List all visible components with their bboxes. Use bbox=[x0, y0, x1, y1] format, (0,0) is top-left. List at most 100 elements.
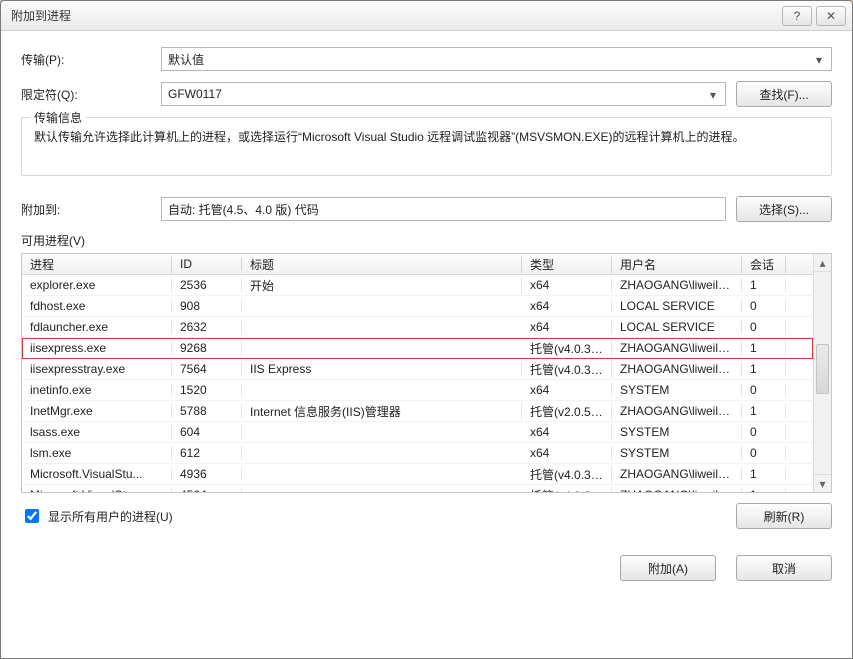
cancel-button[interactable]: 取消 bbox=[736, 555, 832, 581]
cell: 0 bbox=[742, 299, 786, 313]
cell: 1 bbox=[742, 404, 786, 418]
show-all-users-label: 显示所有用户的进程(U) bbox=[48, 508, 173, 525]
table-row[interactable]: iisexpress.exe9268托管(v4.0.30...ZHAOGANG\… bbox=[22, 338, 813, 359]
show-all-users-input[interactable] bbox=[25, 509, 39, 523]
dialog-footer: 附加(A) 取消 bbox=[1, 541, 852, 589]
process-table: 进程 ID 标题 类型 用户名 会话 explorer.exe2536开始x64… bbox=[21, 253, 832, 493]
col-title[interactable]: 标题 bbox=[242, 256, 522, 273]
cell: ZHAOGANG\liweilo... bbox=[612, 362, 742, 376]
cell: 2536 bbox=[172, 278, 242, 292]
cell: 2632 bbox=[172, 320, 242, 334]
col-type[interactable]: 类型 bbox=[522, 256, 612, 273]
transport-info-group: 传输信息 默认传输允许选择此计算机上的进程，或选择运行“Microsoft Vi… bbox=[21, 117, 832, 176]
cell: 1 bbox=[742, 488, 786, 492]
col-id[interactable]: ID bbox=[172, 257, 242, 271]
table-row[interactable]: iisexpresstray.exe7564IIS Express托管(v4.0… bbox=[22, 359, 813, 380]
cell: x64 bbox=[522, 425, 612, 439]
cell: ZHAOGANG\liweilo... bbox=[612, 488, 742, 492]
cell: x64 bbox=[522, 320, 612, 334]
cell: 1520 bbox=[172, 383, 242, 397]
qualifier-row: 限定符(Q): GFW0117 ▾ 查找(F)... bbox=[21, 81, 832, 107]
table-row[interactable]: fdlauncher.exe2632x64LOCAL SERVICE0 bbox=[22, 317, 813, 338]
chevron-down-icon: ▾ bbox=[705, 87, 721, 103]
cell: 0 bbox=[742, 425, 786, 439]
cell: LOCAL SERVICE bbox=[612, 320, 742, 334]
table-row[interactable]: lsass.exe604x64SYSTEM0 bbox=[22, 422, 813, 443]
qualifier-label: 限定符(Q): bbox=[21, 86, 161, 103]
show-all-users-checkbox[interactable]: 显示所有用户的进程(U) bbox=[21, 506, 173, 526]
cell: 0 bbox=[742, 320, 786, 334]
cell: 0 bbox=[742, 383, 786, 397]
cell: 604 bbox=[172, 425, 242, 439]
cell: iisexpress.exe bbox=[22, 341, 172, 355]
attach-to-value: 自动: 托管(4.5、4.0 版) 代码 bbox=[168, 201, 319, 218]
cell: 612 bbox=[172, 446, 242, 460]
cell: 4564 bbox=[172, 488, 242, 492]
cell: x64 bbox=[522, 383, 612, 397]
table-row[interactable]: lsm.exe612 x64SYSTEM0 bbox=[22, 443, 813, 464]
col-session[interactable]: 会话 bbox=[742, 256, 786, 273]
table-header[interactable]: 进程 ID 标题 类型 用户名 会话 bbox=[22, 254, 813, 275]
table-row[interactable]: inetinfo.exe1520 x64SYSTEM0 bbox=[22, 380, 813, 401]
cell: iisexpresstray.exe bbox=[22, 362, 172, 376]
qualifier-combo[interactable]: GFW0117 ▾ bbox=[161, 82, 726, 106]
scroll-up-icon[interactable]: ▴ bbox=[814, 254, 831, 272]
cell: x64 bbox=[522, 278, 612, 292]
cell: 托管(v4.0.30... bbox=[522, 361, 612, 378]
attach-button[interactable]: 附加(A) bbox=[620, 555, 716, 581]
refresh-button[interactable]: 刷新(R) bbox=[736, 503, 832, 529]
cell: 托管(v4.0.30... bbox=[522, 487, 612, 493]
cell: lsm.exe bbox=[22, 446, 172, 460]
transport-info-legend: 传输信息 bbox=[30, 109, 86, 126]
close-icon[interactable]: ✕ bbox=[816, 6, 846, 26]
cell: SYSTEM bbox=[612, 446, 742, 460]
cell: explorer.exe bbox=[22, 278, 172, 292]
cell: 1 bbox=[742, 467, 786, 481]
cell: 1 bbox=[742, 341, 786, 355]
cell: 托管(v2.0.50... bbox=[522, 403, 612, 420]
scrollbar[interactable]: ▴ ▾ bbox=[813, 254, 831, 492]
cell: ZHAOGANG\liweilo... bbox=[612, 404, 742, 418]
cell: SYSTEM bbox=[612, 425, 742, 439]
table-row[interactable]: Microsoft.VisualStu...4936 托管(v4.0.30...Z… bbox=[22, 464, 813, 485]
select-button[interactable]: 选择(S)... bbox=[736, 196, 832, 222]
cell: Microsoft.VisualStu... bbox=[22, 467, 172, 481]
cell: 开始 bbox=[242, 277, 522, 294]
cell: fdhost.exe bbox=[22, 299, 172, 313]
attach-to-label: 附加到: bbox=[21, 201, 161, 218]
cell: x64 bbox=[522, 446, 612, 460]
transport-combo[interactable]: 默认值 ▾ bbox=[161, 47, 832, 71]
table-row[interactable]: fdhost.exe908x64LOCAL SERVICE0 bbox=[22, 296, 813, 317]
qualifier-value: GFW0117 bbox=[168, 87, 222, 101]
chevron-down-icon: ▾ bbox=[811, 52, 827, 68]
cell: ZHAOGANG\liweilo... bbox=[612, 278, 742, 292]
cell: 0 bbox=[742, 446, 786, 460]
cell: ZHAOGANG\liweilo... bbox=[612, 467, 742, 481]
cell: SYSTEM bbox=[612, 383, 742, 397]
cell: 1 bbox=[742, 278, 786, 292]
col-user[interactable]: 用户名 bbox=[612, 256, 742, 273]
cell: IIS Express bbox=[242, 362, 522, 376]
table-row[interactable]: Microsoft.VisualStu...4564 托管(v4.0.30...Z… bbox=[22, 485, 813, 492]
table-row[interactable]: InetMgr.exe5788Internet 信息服务(IIS)管理器托管(v… bbox=[22, 401, 813, 422]
dialog-body: 传输(P): 默认值 ▾ 限定符(Q): GFW0117 ▾ 查找(F)... … bbox=[1, 31, 852, 541]
cell: Internet 信息服务(IIS)管理器 bbox=[242, 403, 522, 420]
transport-label: 传输(P): bbox=[21, 51, 161, 68]
scroll-down-icon[interactable]: ▾ bbox=[814, 474, 831, 492]
col-process[interactable]: 进程 bbox=[22, 256, 172, 273]
scroll-thumb[interactable] bbox=[816, 344, 829, 394]
transport-info-text: 默认传输允许选择此计算机上的进程，或选择运行“Microsoft Visual … bbox=[34, 128, 819, 147]
cell: x64 bbox=[522, 299, 612, 313]
find-button[interactable]: 查找(F)... bbox=[736, 81, 832, 107]
table-row[interactable]: explorer.exe2536开始x64ZHAOGANG\liweilo...… bbox=[22, 275, 813, 296]
cell: 托管(v4.0.30... bbox=[522, 466, 612, 483]
cell: Microsoft.VisualStu... bbox=[22, 488, 172, 492]
titlebar[interactable]: 附加到进程 ? ✕ bbox=[1, 1, 852, 31]
attach-to-process-dialog: 附加到进程 ? ✕ 传输(P): 默认值 ▾ 限定符(Q): GFW0117 ▾… bbox=[0, 0, 853, 659]
window-title: 附加到进程 bbox=[11, 7, 778, 24]
cell: 908 bbox=[172, 299, 242, 313]
cell: 4936 bbox=[172, 467, 242, 481]
cell: inetinfo.exe bbox=[22, 383, 172, 397]
table-body: explorer.exe2536开始x64ZHAOGANG\liweilo...… bbox=[22, 275, 813, 492]
help-icon[interactable]: ? bbox=[782, 6, 812, 26]
